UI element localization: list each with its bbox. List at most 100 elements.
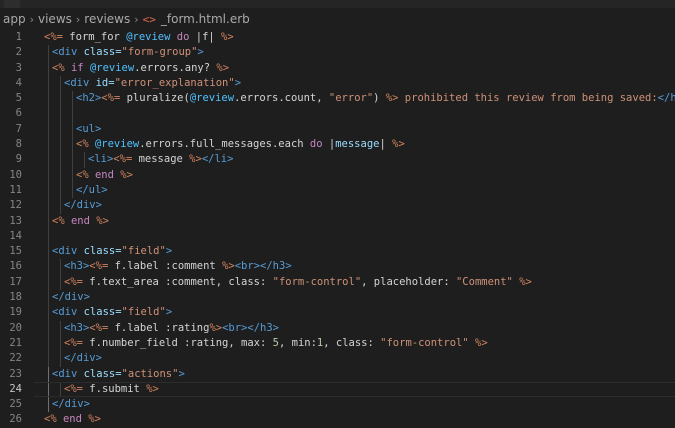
code-text[interactable]: <% @review.errors.full_messages.each do … [76, 137, 405, 152]
line-number[interactable]: 1 [0, 30, 22, 45]
code-line[interactable]: 7 <ul> [0, 121, 675, 138]
line-number[interactable]: 24 [0, 382, 22, 397]
code-line[interactable]: 20 <h3><%= f.label :rating%><br></h3> [0, 320, 675, 336]
code-line[interactable]: 9 <li><%= message %></li> [0, 152, 675, 168]
line-number[interactable]: 16 [0, 259, 22, 274]
code-line[interactable]: 22 </div> [0, 351, 675, 367]
line-number[interactable]: 11 [0, 183, 22, 198]
line-number[interactable]: 7 [0, 122, 22, 137]
line-number[interactable]: 14 [0, 229, 22, 244]
code-text[interactable]: <%= f.text_area :comment, class: "form-c… [64, 275, 532, 290]
code-token: .errors.full_messages.each [139, 138, 310, 151]
code-text[interactable]: <div class="actions"> [52, 367, 185, 382]
line-number[interactable]: 18 [0, 290, 22, 305]
code-token: "actions" [121, 367, 179, 380]
code-text[interactable]: <% end %> [44, 412, 101, 427]
code-line[interactable]: 19 <div class="field"> [0, 305, 675, 321]
code-token: <%= [64, 275, 90, 288]
code-token: <h2> [76, 92, 102, 105]
code-line[interactable]: 13 <% end %> [0, 213, 675, 229]
code-text[interactable]: <div id="error_explanation"> [64, 76, 241, 91]
breadcrumb-app[interactable]: app [3, 12, 26, 26]
indent-guide [48, 381, 49, 398]
code-line[interactable]: 17 <%= f.text_area :comment, class: "form… [0, 274, 675, 291]
code-line[interactable]: 5 <h2><%= pluralize(@review.errors.count,… [0, 91, 675, 107]
code-line[interactable]: 12 </div> [0, 198, 675, 214]
code-line[interactable]: 26 <% end %> [0, 412, 675, 427]
line-number[interactable]: 23 [0, 367, 22, 382]
line-number[interactable]: 21 [0, 336, 22, 351]
code-text[interactable]: <%= f.number_field :rating, max: 5, min:… [64, 336, 488, 351]
code-token: > [165, 245, 173, 258]
code-text[interactable]: </div> [52, 397, 90, 412]
code-text[interactable]: <h3><%= f.label :comment %><br></h3> [64, 259, 292, 274]
line-number[interactable]: 6 [0, 106, 22, 121]
code-line[interactable]: 15 <div class="field"> [0, 244, 675, 260]
code-text[interactable]: <li><%= message %></li> [88, 152, 233, 167]
chevron-right-icon: › [134, 12, 139, 26]
code-text[interactable]: <div class="field"> [52, 305, 172, 320]
line-number[interactable]: 8 [0, 137, 22, 152]
line-number[interactable]: 4 [0, 76, 22, 91]
line-number[interactable]: 25 [0, 397, 22, 412]
code-text[interactable]: </div> [64, 351, 102, 366]
code-text[interactable]: <% end %> [76, 168, 133, 183]
line-number[interactable]: 19 [0, 305, 22, 320]
code-text[interactable]: <%= form_for @review do |f| %> [44, 30, 234, 45]
line-number[interactable]: 15 [0, 244, 22, 259]
code-line[interactable]: 10 <% end %> [0, 167, 675, 183]
code-token: | [379, 138, 393, 151]
line-number[interactable]: 17 [0, 275, 22, 290]
code-text[interactable]: </div> [64, 198, 102, 213]
breadcrumb-file[interactable]: _form.html.erb [161, 12, 250, 26]
code-line[interactable]: 4 <div id="error_explanation"> [0, 75, 675, 92]
code-line[interactable]: 23 <div class="actions"> [0, 366, 675, 382]
code-text[interactable]: <h2><%= pluralize(@review.errors.count, … [76, 91, 675, 106]
line-number[interactable]: 22 [0, 351, 22, 366]
code-text[interactable]: <h3><%= f.label :rating%><br></h3> [64, 321, 279, 336]
code-line[interactable]: 1 <%= form_for @review do |f| %> [0, 30, 675, 45]
code-line[interactable]: 25 </div> [0, 397, 675, 413]
code-text[interactable]: <%= f.submit %> [64, 382, 159, 397]
code-line[interactable]: 18 </div> [0, 290, 675, 306]
code-text[interactable]: <div class="form-group"> [52, 45, 204, 60]
code-line[interactable]: 24 <%= f.submit %> [0, 381, 675, 398]
line-number[interactable]: 26 [0, 412, 22, 427]
indent-guide [60, 121, 61, 138]
code-line[interactable]: 11 </ul> [0, 182, 675, 199]
code-text[interactable]: <ul> [76, 122, 101, 137]
active-tab-marker[interactable] [4, 0, 20, 8]
code-line[interactable]: 16 <h3><%= f.label :comment %><br></h3> [0, 259, 675, 275]
code-text[interactable]: <% end %> [52, 214, 109, 229]
code-line[interactable]: 6 [0, 106, 675, 122]
code-line[interactable]: 3 <% if @review.errors.any? %> [0, 60, 675, 76]
code-line[interactable]: 21 <%= f.number_field :rating, max: 5, mi… [0, 335, 675, 352]
code-text[interactable]: </div> [52, 290, 90, 305]
line-number[interactable]: 9 [0, 152, 22, 167]
code-token: %> [222, 260, 235, 273]
code-line[interactable]: 8 <% @review.errors.full_messages.each do… [0, 137, 675, 153]
line-number[interactable]: 12 [0, 198, 22, 213]
code-editor[interactable]: 1 <%= form_for @review do |f| %> 2 <div cla… [0, 30, 675, 428]
code-line[interactable]: 14 [0, 228, 675, 245]
indent-guide [48, 106, 49, 122]
code-token: class= [83, 306, 122, 319]
line-number[interactable]: 13 [0, 214, 22, 229]
line-number[interactable]: 2 [0, 45, 22, 60]
indent-guide [84, 152, 85, 168]
indent-guide [48, 351, 49, 367]
code-text[interactable]: <% if @review.errors.any? %> [52, 61, 229, 76]
code-line[interactable]: 2 <div class="form-group"> [0, 45, 675, 61]
breadcrumb-views[interactable]: views [38, 12, 72, 26]
code-text[interactable]: </ul> [76, 183, 108, 198]
line-number[interactable]: 20 [0, 321, 22, 336]
line-number[interactable]: 3 [0, 61, 22, 76]
code-text[interactable]: <div class="field"> [52, 244, 172, 259]
line-number[interactable]: 5 [0, 91, 22, 106]
indent-guide [60, 106, 61, 122]
line-number[interactable]: 10 [0, 168, 22, 183]
code-token: if [70, 61, 90, 74]
breadcrumb-reviews[interactable]: reviews [84, 12, 130, 26]
code-token: "field" [121, 245, 166, 258]
indent-guide [60, 351, 61, 367]
